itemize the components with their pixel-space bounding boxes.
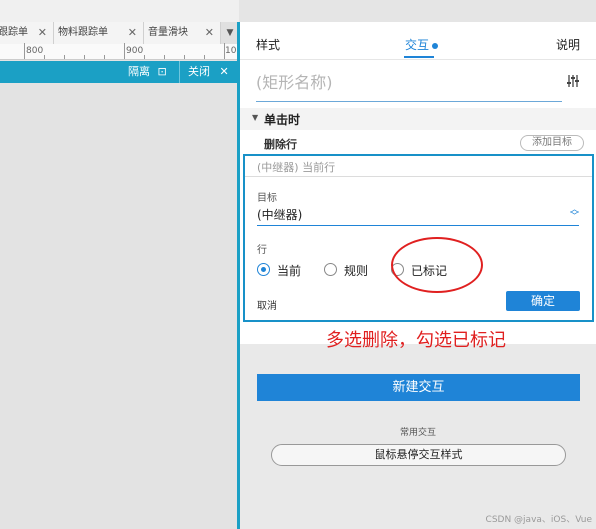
panel-tabs: 样式 交互 说明 xyxy=(240,22,596,60)
select-arrows-icon[interactable]: ︿ ﹀ xyxy=(570,206,579,222)
radio-label: 当前 xyxy=(277,264,302,278)
target-label: 目标 xyxy=(257,193,277,204)
active-tab-indicator xyxy=(404,56,434,58)
tab-label: 跟踪单 xyxy=(0,27,28,38)
radio-selected-icon[interactable] xyxy=(257,263,270,276)
annotation-text: 多选删除，勾选已标记 xyxy=(326,330,506,351)
add-target-button[interactable]: 添加目标 xyxy=(520,135,584,151)
caret-down-icon[interactable]: ▼ xyxy=(252,113,258,122)
hover-style-button[interactable]: 鼠标悬停交互样式 xyxy=(271,444,566,466)
event-label: 单击时 xyxy=(264,113,301,127)
target-select[interactable]: (中继器) xyxy=(257,206,579,226)
tab-label: 物料跟踪单 xyxy=(58,27,108,38)
close-icon[interactable]: ✕ xyxy=(38,22,47,44)
tab-interaction-label: 交互 xyxy=(405,38,430,52)
radio-label: 规则 xyxy=(344,264,369,278)
tab-tracking[interactable]: 跟踪单 ✕ xyxy=(0,22,54,44)
annotation-ellipse xyxy=(391,237,483,293)
action-label: 删除行 xyxy=(264,138,297,151)
close-label: 关闭 xyxy=(188,65,210,78)
horizontal-ruler: 800 900 100 xyxy=(0,43,242,60)
sliders-icon[interactable] xyxy=(566,74,580,88)
canvas-area: 跟踪单 ✕ 物料跟踪单 ✕ 音量滑块 ✕ ▼ 800 900 100 隔离 ⊡ … xyxy=(0,0,242,529)
confirm-button[interactable]: 确定 xyxy=(506,291,580,311)
cancel-button[interactable]: 取消 xyxy=(257,297,277,312)
active-dot-icon xyxy=(432,42,439,49)
close-icon: ✕ xyxy=(219,65,229,78)
interaction-panel: 样式 交互 说明 (矩形名称) ▼ 单击时 删除行 添加目标 (中继器) 当前行… xyxy=(240,22,596,529)
repeater-edit-bar: 隔离 ⊡ 关闭 ✕ xyxy=(0,61,239,83)
isolate-icon: ⊡ xyxy=(157,65,167,78)
row-label: 行 xyxy=(257,245,267,256)
tab-style[interactable]: 样式 xyxy=(256,36,280,53)
action-editor: (中继器) 当前行 目标 (中继器) ︿ ﹀ 行 当前 规则 已标记 取消 确定 xyxy=(243,154,594,322)
divider xyxy=(245,176,592,177)
shape-name-input[interactable]: (矩形名称) xyxy=(256,66,562,102)
interaction-actions: 新建交互 常用交互 鼠标悬停交互样式 CSDN @java、iOS、Vue xyxy=(240,344,596,529)
watermark: CSDN @java、iOS、Vue xyxy=(485,515,592,525)
tab-interaction[interactable]: 交互 xyxy=(405,36,439,53)
tab-bar: 跟踪单 ✕ 物料跟踪单 ✕ 音量滑块 ✕ ▼ xyxy=(0,0,239,44)
close-repeater-button[interactable]: 关闭 ✕ xyxy=(188,61,229,83)
action-row[interactable]: 删除行 添加目标 xyxy=(240,132,596,154)
close-icon[interactable]: ✕ xyxy=(128,22,137,44)
close-icon[interactable]: ✕ xyxy=(205,22,214,44)
ruler-mark: 900 xyxy=(126,46,144,56)
ruler-mark: 800 xyxy=(26,46,44,56)
action-context: (中继器) 当前行 xyxy=(257,161,336,174)
tab-volume-slider[interactable]: 音量滑块 ✕ xyxy=(144,22,221,44)
isolate-button[interactable]: 隔离 ⊡ xyxy=(128,61,167,83)
common-interactions-label: 常用交互 xyxy=(399,428,436,438)
radio-icon[interactable] xyxy=(324,263,337,276)
event-header[interactable]: ▼ 单击时 xyxy=(240,108,596,130)
tab-notes[interactable]: 说明 xyxy=(556,36,580,53)
tab-label: 音量滑块 xyxy=(148,27,188,38)
app-window: 跟踪单 ✕ 物料跟踪单 ✕ 音量滑块 ✕ ▼ 800 900 100 隔离 ⊡ … xyxy=(0,0,596,529)
isolate-label: 隔离 xyxy=(128,65,150,78)
new-interaction-button[interactable]: 新建交互 xyxy=(257,374,580,401)
tab-material[interactable]: 物料跟踪单 ✕ xyxy=(54,22,144,44)
